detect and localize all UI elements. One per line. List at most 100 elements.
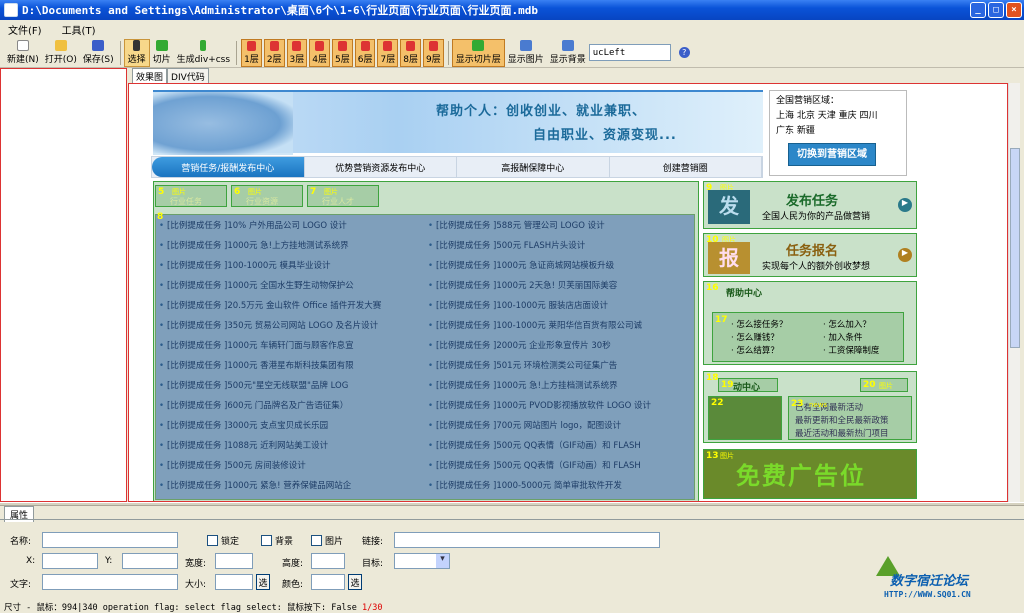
- text-input[interactable]: [42, 574, 178, 590]
- list-item[interactable]: • [比例提成任务 ]350元 贸易公司网站 LOGO 及名片设计: [156, 319, 425, 331]
- list-item[interactable]: • [比例提成任务 ]10% 户外用品公司 LOGO 设计: [156, 219, 425, 231]
- list-item[interactable]: • [比例提成任务 ]1000元 紧急! 营养保健品网站企: [156, 479, 425, 491]
- pick-color-button[interactable]: 选: [348, 574, 362, 590]
- list-item[interactable]: • [比例提成任务 ]1000元 全国水生野生动物保护公: [156, 279, 425, 291]
- slice-free-ad[interactable]: 13 图片 免费广告位: [703, 449, 917, 499]
- list-item[interactable]: • [比例提成任务 ]1000元 急!上方挂地测试系统界: [156, 239, 425, 251]
- list-item[interactable]: • [比例提成任务 ]2000元 企业形象宣传片 30秒: [425, 339, 694, 351]
- link-input[interactable]: [394, 532, 660, 548]
- show-background-button[interactable]: 显示背景: [547, 39, 589, 67]
- nav-item-tasks[interactable]: 营销任务/报酬发布中心: [152, 157, 305, 177]
- task-list-slice[interactable]: • [比例提成任务 ]10% 户外用品公司 LOGO 设计 • [比例提成任务 ]58…: [155, 214, 695, 500]
- layer-4-button[interactable]: 4层: [309, 38, 331, 67]
- close-button[interactable]: ×: [1006, 2, 1022, 18]
- pick-size-button[interactable]: 选: [256, 574, 270, 590]
- nav-item-create-circle[interactable]: 创建营销圈: [610, 157, 762, 177]
- slice-activity-title[interactable]: 19 动中心: [718, 378, 778, 393]
- show-image-button[interactable]: 显示图片: [505, 39, 547, 67]
- slice-activity-photo[interactable]: 22: [708, 396, 782, 440]
- list-item[interactable]: • [比例提成任务 ]588元 管理公司 LOGO 设计: [425, 219, 694, 231]
- list-item[interactable]: • [比例提成任务 ]1000-5000元 简单审批软件开发: [425, 479, 694, 491]
- slice-tool-button[interactable]: 切片: [150, 39, 174, 67]
- help-icon[interactable]: ?: [678, 47, 690, 58]
- help-link[interactable]: · 加入条件: [823, 332, 913, 345]
- list-item[interactable]: • [比例提成任务 ]500元 房间装修设计: [156, 459, 425, 471]
- lock-checkbox[interactable]: [207, 535, 218, 546]
- list-item[interactable]: • [比例提成任务 ]1000元 急证商城网站模板升级: [425, 259, 694, 271]
- nav-item-guarantee[interactable]: 高报酬保障中心: [457, 157, 610, 177]
- help-link[interactable]: · 怎么加入？: [823, 319, 913, 332]
- list-item[interactable]: • [比例提成任务 ]1000元 车辆轩门面与顾客作息宣: [156, 339, 425, 351]
- layer-7-button[interactable]: 7层: [377, 38, 399, 67]
- slice-help-links[interactable]: 17 · 怎么接任务？ · 怎么加入？ · 怎么赚钱？ · 加入条件 · 怎么结算？ · …: [712, 312, 904, 362]
- new-button[interactable]: 新建(N): [4, 39, 42, 67]
- size-input[interactable]: [215, 574, 253, 590]
- image-checkbox[interactable]: [311, 535, 322, 546]
- list-item[interactable]: • [比例提成任务 ]100-1000元 服装店店面设计: [425, 299, 694, 311]
- layer-1-button[interactable]: 1层: [241, 38, 262, 67]
- scrollbar-thumb[interactable]: [1010, 148, 1020, 348]
- list-item[interactable]: • [比例提成任务 ]700元 网站图片 logo，配图设计: [425, 419, 694, 431]
- slice-small-tab-7[interactable]: 7 图片 行业人才: [307, 185, 379, 207]
- nav-item-resources[interactable]: 优势营销资源发布中心: [305, 157, 457, 177]
- help-link[interactable]: · 怎么赚钱？: [731, 332, 823, 345]
- tab-div-code[interactable]: DIV代码: [167, 68, 209, 83]
- list-item[interactable]: • [比例提成任务 ]500元 QQ表情（GIF动画）和 FLASH: [425, 459, 694, 471]
- element-id-input[interactable]: [588, 44, 671, 61]
- slice-small-tab-6[interactable]: 6 图片 行业资源: [231, 185, 303, 207]
- tab-preview[interactable]: 效果图: [132, 68, 168, 83]
- left-tree-panel[interactable]: [0, 68, 127, 502]
- height-input[interactable]: [311, 553, 345, 569]
- slice-small-tab-5[interactable]: 5 图片 行业任务: [155, 185, 227, 207]
- news-line[interactable]: 最近活动和最新热门项目: [795, 428, 911, 441]
- menu-file[interactable]: 文件(F): [8, 22, 42, 37]
- layer-3-button[interactable]: 3层: [286, 38, 308, 67]
- minimize-button[interactable]: _: [970, 2, 986, 18]
- list-item[interactable]: • [比例提成任务 ]500元"星空无线联盟"品牌 LOG: [156, 379, 425, 391]
- background-checkbox[interactable]: [261, 535, 272, 546]
- generate-css-button[interactable]: 生成div+css: [174, 39, 233, 67]
- layer-6-button[interactable]: 6层: [354, 38, 376, 67]
- switch-region-button[interactable]: 切换到营销区域: [788, 143, 876, 166]
- arrow-right-icon[interactable]: ▶: [898, 248, 912, 262]
- design-canvas[interactable]: 帮助个人：创收创业、就业兼职、 自由职业、资源变现... 全国营销区域： 上海 …: [128, 83, 1008, 502]
- slice-activity-center[interactable]: 18 19 动中心 20 图片 22 23 news 已有全网最新活动 最新更新和…: [703, 371, 917, 443]
- list-item[interactable]: • [比例提成任务 ]3000元 支点宝贝成长乐园: [156, 419, 425, 431]
- list-item[interactable]: • [比例提成任务 ]100-1000元 莱阳华信百货有限公司诚: [425, 319, 694, 331]
- layer-9-button[interactable]: 9层: [422, 38, 444, 67]
- panel-splitter[interactable]: [0, 502, 1024, 506]
- list-item[interactable]: • [比例提成任务 ]1000元 急!上方挂档测试系统界: [425, 379, 694, 391]
- slice-help-center[interactable]: 16 帮助中心 17 · 怎么接任务？ · 怎么加入？ · 怎么赚钱？ · 加入条件 ·…: [703, 281, 917, 365]
- menu-tools[interactable]: 工具(T): [62, 22, 96, 37]
- list-item[interactable]: • [比例提成任务 ]501元 环境检测类公司征集广告: [425, 359, 694, 371]
- target-select[interactable]: [394, 553, 450, 569]
- list-item[interactable]: • [比例提成任务 ]1000元 香港星布斯科技集团有限: [156, 359, 425, 371]
- news-line[interactable]: 最新更新和全民最新政策: [795, 415, 911, 428]
- show-slice-layer-button[interactable]: 显示切片层: [451, 38, 505, 67]
- slice-news[interactable]: 23 news 已有全网最新活动 最新更新和全民最新政策 最近活动和最新热门项目: [788, 396, 912, 440]
- arrow-right-icon[interactable]: ▶: [898, 198, 912, 212]
- x-input[interactable]: [42, 553, 98, 569]
- color-input[interactable]: [311, 574, 345, 590]
- list-item[interactable]: • [比例提成任务 ]1000元 PVOD影视播放软件 LOGO 设计: [425, 399, 694, 411]
- canvas-vertical-scrollbar[interactable]: [1008, 83, 1020, 502]
- layer-2-button[interactable]: 2层: [263, 38, 285, 67]
- maximize-button[interactable]: □: [988, 2, 1004, 18]
- name-input[interactable]: [42, 532, 178, 548]
- list-item[interactable]: • [比例提成任务 ]500元 FLASH片头设计: [425, 239, 694, 251]
- list-item[interactable]: • [比例提成任务 ]1000元 2天急! 贝芙丽国际美容: [425, 279, 694, 291]
- help-link[interactable]: · 怎么结算？: [731, 345, 823, 358]
- slice-activity-image[interactable]: 20 图片: [860, 378, 908, 392]
- slice-post-task[interactable]: 9 图片 发 发布任务 全国人民为你的产品做营销 ▶: [703, 181, 917, 229]
- list-item[interactable]: • [比例提成任务 ]1088元 近利网站美工设计: [156, 439, 425, 451]
- list-item[interactable]: • [比例提成任务 ]100-1000元 模具毕业设计: [156, 259, 425, 271]
- layer-5-button[interactable]: 5层: [332, 38, 353, 67]
- list-item[interactable]: • [比例提成任务 ]20.5万元 金山软件 Office 插件开发大赛: [156, 299, 425, 311]
- list-item[interactable]: • [比例提成任务 ]500元 QQ表情（GIF动画）和 FLASH: [425, 439, 694, 451]
- help-link[interactable]: · 工资保障制度: [823, 345, 913, 358]
- y-input[interactable]: [122, 553, 178, 569]
- open-button[interactable]: 打开(O): [42, 39, 80, 67]
- layer-8-button[interactable]: 8层: [400, 38, 421, 67]
- save-button[interactable]: 保存(S): [80, 39, 117, 67]
- list-item[interactable]: • [比例提成任务 ]600元 门品牌名及广告语征集）: [156, 399, 425, 411]
